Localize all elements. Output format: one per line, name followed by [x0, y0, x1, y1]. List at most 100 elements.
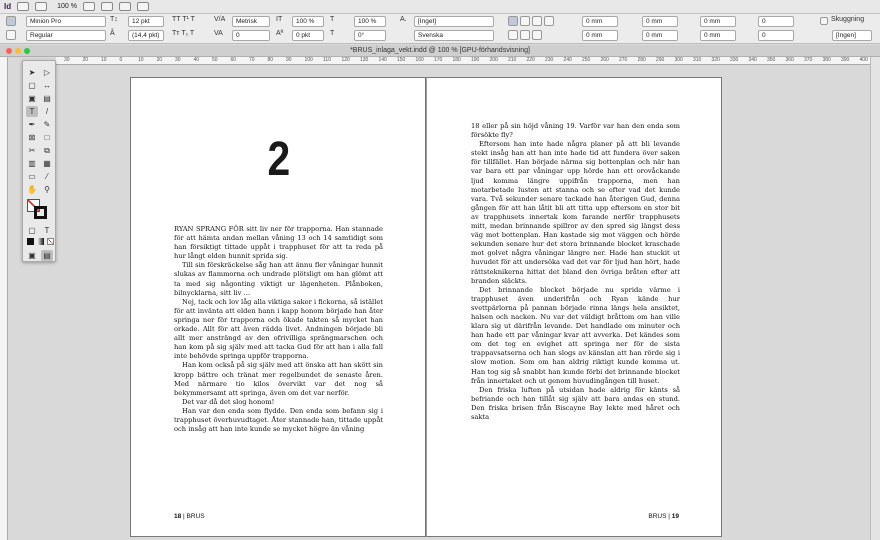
space-before-field[interactable]: 0 mm: [700, 16, 736, 27]
ruler-tick-label: 270: [619, 57, 628, 63]
ruler-tick-label: 20: [156, 57, 163, 63]
justify-all-button[interactable]: [508, 30, 518, 40]
formatting-text-icon[interactable]: T: [41, 225, 53, 236]
arrange-documents-icon[interactable]: [118, 2, 131, 11]
ruler-tick-label: 340: [748, 57, 757, 63]
paragraph[interactable]: Den friska luften på utsidan hade aldrig…: [471, 386, 680, 422]
align-center-button[interactable]: [520, 16, 530, 26]
kerning-field[interactable]: Metrisk: [232, 16, 270, 27]
zoom-tool-icon[interactable]: ⚲: [41, 184, 53, 195]
paragraph[interactable]: 18 eller på sin höjd våning 19. Varför v…: [471, 122, 680, 140]
away-spine-button[interactable]: [532, 30, 542, 40]
zoom-level[interactable]: 100 %: [57, 3, 77, 10]
ruler-tick-label: 230: [545, 57, 554, 63]
ruler-tick-label: 360: [785, 57, 794, 63]
vertical-ruler[interactable]: [0, 57, 8, 540]
stock-icon[interactable]: [35, 2, 48, 11]
paragraph[interactable]: Det var då det slog honom!: [174, 398, 383, 407]
type-tool-icon[interactable]: T: [26, 106, 38, 117]
indent-left-field[interactable]: 0 mm: [582, 16, 618, 27]
horizontal-ruler[interactable]: 30 20 10 0 10 20 30 40 50 60 70 80 90 100 110 120 130 140…: [56, 57, 870, 65]
paragraph[interactable]: Det brinnande blocket började nu sprida …: [471, 286, 680, 386]
scissors-tool-icon[interactable]: ✂: [26, 145, 38, 156]
space-after-field[interactable]: 0 mm: [700, 30, 736, 41]
selection-tool-icon[interactable]: ➤: [26, 67, 38, 78]
ruler-tick-label: 30: [175, 57, 181, 63]
paragraph-mode-button[interactable]: [6, 30, 16, 40]
right-page[interactable]: 18 eller på sin höjd våning 19. Varför v…: [426, 77, 722, 537]
fill-stroke-swatch-icon[interactable]: [27, 199, 53, 221]
view-options-icon[interactable]: [82, 2, 95, 11]
paragraph[interactable]: Till sin förskräckelse såg han att ännu …: [174, 261, 383, 297]
para-style-select[interactable]: [Ingen]: [832, 30, 872, 41]
content-placer-icon[interactable]: ▤: [41, 93, 53, 104]
paragraph[interactable]: Nej, tack och lov låg alla viktiga saker…: [174, 298, 383, 362]
direct-selection-tool-icon[interactable]: ▷: [41, 67, 53, 78]
preview-mode-icon[interactable]: ▤: [41, 250, 53, 261]
small-caps-icon[interactable]: Tт T₁ T: [172, 28, 194, 40]
last-indent-field[interactable]: 0 mm: [642, 30, 678, 41]
char-style-icon: A.: [400, 16, 407, 23]
free-transform-tool-icon[interactable]: ⧉: [41, 145, 53, 156]
eyedropper-tool-icon[interactable]: ⁄: [41, 171, 53, 182]
left-text-frame[interactable]: RYAN SPRANG FÖR sitt liv ner för trappor…: [174, 225, 383, 434]
ruler-tick-label: 200: [489, 57, 498, 63]
screen-mode-icon[interactable]: [100, 2, 113, 11]
ruler-tick-label: 330: [730, 57, 739, 63]
align-left-button[interactable]: [508, 16, 518, 26]
paragraph[interactable]: Han var den enda som flydde. Den enda so…: [174, 407, 383, 434]
paragraph[interactable]: Han kom också på sig själv med att önska…: [174, 361, 383, 397]
language-select[interactable]: Svenska: [414, 30, 494, 41]
drop-chars-field[interactable]: 0: [758, 30, 794, 41]
justify-button[interactable]: [544, 16, 554, 26]
apply-color-icon[interactable]: [27, 238, 34, 245]
paragraph[interactable]: Eftersom han inte hade några planer på a…: [471, 140, 680, 286]
tracking-field[interactable]: 0: [232, 30, 270, 41]
line-tool-icon[interactable]: /: [41, 106, 53, 117]
all-caps-icon[interactable]: TT T¹ T: [172, 14, 195, 26]
leading-field[interactable]: (14,4 pkt): [128, 30, 164, 41]
character-mode-button[interactable]: [6, 16, 16, 26]
rectangle-frame-tool-icon[interactable]: ⊠: [26, 132, 38, 143]
baseline-shift-field[interactable]: 0 pkt: [292, 30, 324, 41]
first-indent-field[interactable]: 0 mm: [582, 30, 618, 41]
shading-checkbox[interactable]: [820, 17, 828, 25]
gap-tool-icon[interactable]: ↔: [41, 80, 53, 91]
font-family-field[interactable]: Minion Pro: [26, 16, 106, 27]
apply-none-icon[interactable]: [47, 238, 54, 245]
paragraph[interactable]: RYAN SPRANG FÖR sitt liv ner för trappor…: [174, 225, 383, 261]
indent-right-field[interactable]: 0 mm: [642, 16, 678, 27]
hand-tool-icon[interactable]: ✋: [26, 184, 38, 195]
apply-gradient-icon[interactable]: [37, 238, 44, 245]
ruler-tick-label: 50: [212, 57, 218, 63]
baseline-shift-icon: Aª: [276, 30, 284, 37]
rectangle-tool-icon[interactable]: □: [41, 132, 53, 143]
ruler-tick-label: 320: [711, 57, 720, 63]
towards-spine-button[interactable]: [520, 30, 530, 40]
gradient-tool-icon[interactable]: ▥: [26, 158, 38, 169]
bridge-icon[interactable]: [17, 2, 30, 11]
vertical-scale-field[interactable]: 100 %: [292, 16, 324, 27]
page-tool-icon[interactable]: ▢: [26, 80, 38, 91]
char-style-select[interactable]: [Inget]: [414, 16, 494, 27]
vertical-scrollbar[interactable]: [870, 57, 880, 540]
pen-tool-icon[interactable]: ✒: [26, 119, 38, 130]
document-tab-title[interactable]: *BRUS_inlaga_vekt.indd @ 100 % [GPU-förh…: [0, 45, 880, 57]
font-size-field[interactable]: 12 pkt: [128, 16, 164, 27]
note-tool-icon[interactable]: ▭: [26, 171, 38, 182]
drop-lines-field[interactable]: 0: [758, 16, 794, 27]
ruler-tick-label: 170: [434, 57, 443, 63]
font-style-field[interactable]: Regular: [26, 30, 106, 41]
normal-view-icon[interactable]: ▣: [26, 250, 38, 261]
right-text-frame[interactable]: 18 eller på sin höjd våning 19. Varför v…: [471, 122, 680, 422]
left-page[interactable]: 2 RYAN SPRANG FÖR sitt liv ner för trapp…: [130, 77, 426, 537]
formatting-container-icon[interactable]: ▢: [26, 225, 38, 236]
pencil-tool-icon[interactable]: ✎: [41, 119, 53, 130]
publish-icon[interactable]: [136, 2, 149, 11]
content-collector-icon[interactable]: ▣: [26, 93, 38, 104]
skew-field[interactable]: 0°: [354, 30, 386, 41]
horizontal-scale-field[interactable]: 100 %: [354, 16, 386, 27]
kerning-icon: V/A: [214, 16, 226, 23]
align-right-button[interactable]: [532, 16, 542, 26]
gradient-feather-tool-icon[interactable]: ▦: [41, 158, 53, 169]
